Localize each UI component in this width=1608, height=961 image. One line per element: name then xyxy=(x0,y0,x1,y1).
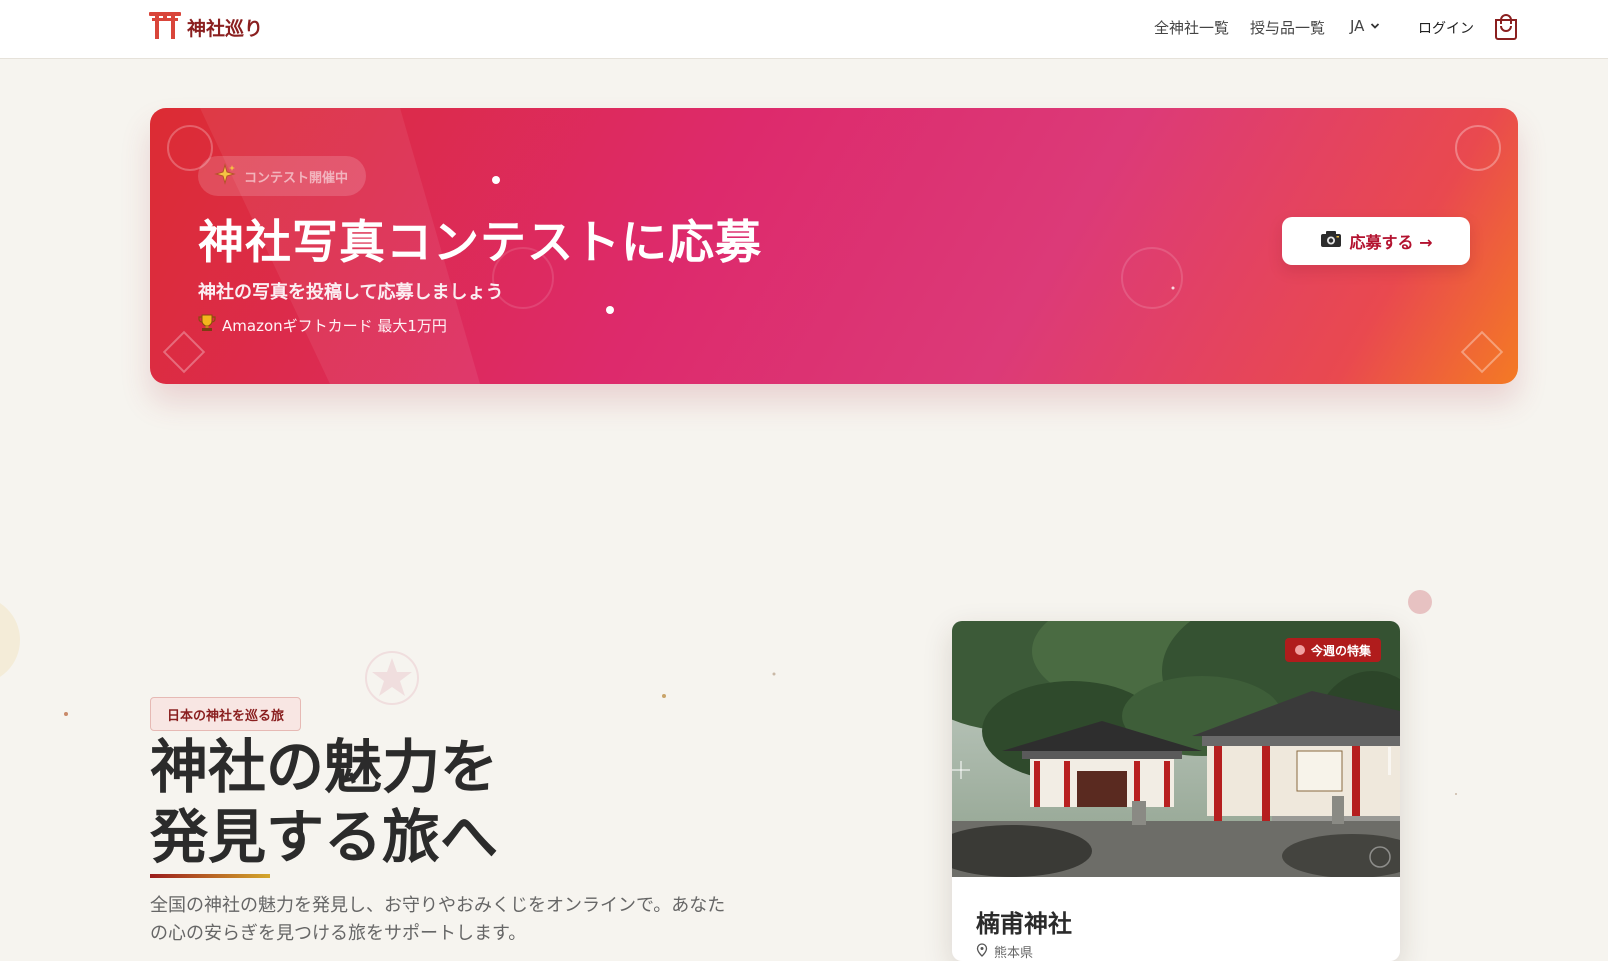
hero-badge: 日本の神社を巡る旅 xyxy=(150,697,302,731)
featured-shrine-card[interactable]: 今週の特集 楠甫神社 熊本県 xyxy=(952,621,1400,961)
contest-badge-label: コンテスト開催中 xyxy=(244,170,349,186)
decorative-circle xyxy=(0,603,20,677)
chevron-down-icon xyxy=(1370,17,1380,35)
banner-subtitle: 神社の写真を投稿して応募しましょう xyxy=(198,282,504,303)
decorative-circle xyxy=(1408,590,1432,614)
decorative-dot xyxy=(772,672,776,676)
apply-button-label: 応募する → xyxy=(1349,233,1433,252)
nav-all-shrines[interactable]: 全神社一覧 xyxy=(1154,17,1229,38)
feature-badge-dot xyxy=(1295,645,1305,655)
sparkle-icon xyxy=(214,163,236,189)
hero-title-line-1: 神社の魅力を xyxy=(150,733,499,801)
banner-prize: Amazonギフトカード 最大1万円 xyxy=(198,313,447,337)
brand-logo[interactable]: 神社巡り xyxy=(149,11,263,43)
torii-icon xyxy=(149,11,181,43)
language-label: JA xyxy=(1350,17,1365,35)
hero-badge-label: 日本の神社を巡る旅 xyxy=(167,708,285,724)
map-pin-icon xyxy=(976,942,988,961)
language-selector[interactable]: JA xyxy=(1350,17,1380,35)
hero-title-line-2: 発見する旅へ xyxy=(150,803,499,871)
banner-title: 神社写真コンテストに応募 xyxy=(198,215,762,269)
apply-button[interactable]: 応募する → xyxy=(1282,217,1470,265)
prize-text: Amazonギフトカード 最大1万円 xyxy=(222,316,447,335)
camera-icon xyxy=(1320,230,1342,252)
hero-description: 全国の神社の魅力を発見し、お守りやおみくじをオンラインで。あなたの心の安らぎを見… xyxy=(150,895,726,944)
decorative-star-icon xyxy=(365,651,419,705)
shrine-name: 楠甫神社 xyxy=(976,910,1072,938)
feature-badge: 今週の特集 xyxy=(1285,638,1382,662)
nav-all-items[interactable]: 授与品一覧 xyxy=(1250,17,1325,38)
decorative-dot xyxy=(1455,793,1457,795)
decorative-dot xyxy=(64,712,68,716)
feature-badge-label: 今週の特集 xyxy=(1311,643,1372,658)
decorative-dot xyxy=(662,694,666,698)
shrine-location-label: 熊本県 xyxy=(994,946,1034,961)
shrine-location: 熊本県 xyxy=(976,942,1033,961)
hero-title-underline xyxy=(150,874,270,878)
hero-title: 神社の魅力を 発見する旅へ xyxy=(150,732,498,872)
trophy-icon xyxy=(198,313,216,337)
contest-banner[interactable]: コンテスト開催中 神社写真コンテストに応募 神社の写真を投稿して応募しましょう … xyxy=(150,108,1518,384)
shopping-bag-icon[interactable] xyxy=(1494,13,1518,41)
contest-status-badge: コンテスト開催中 xyxy=(198,156,367,196)
site-header: 神社巡り 全神社一覧 授与品一覧 JA ログイン xyxy=(0,0,1608,59)
login-link[interactable]: ログイン xyxy=(1418,18,1474,38)
brand-name: 神社巡り xyxy=(187,17,264,40)
